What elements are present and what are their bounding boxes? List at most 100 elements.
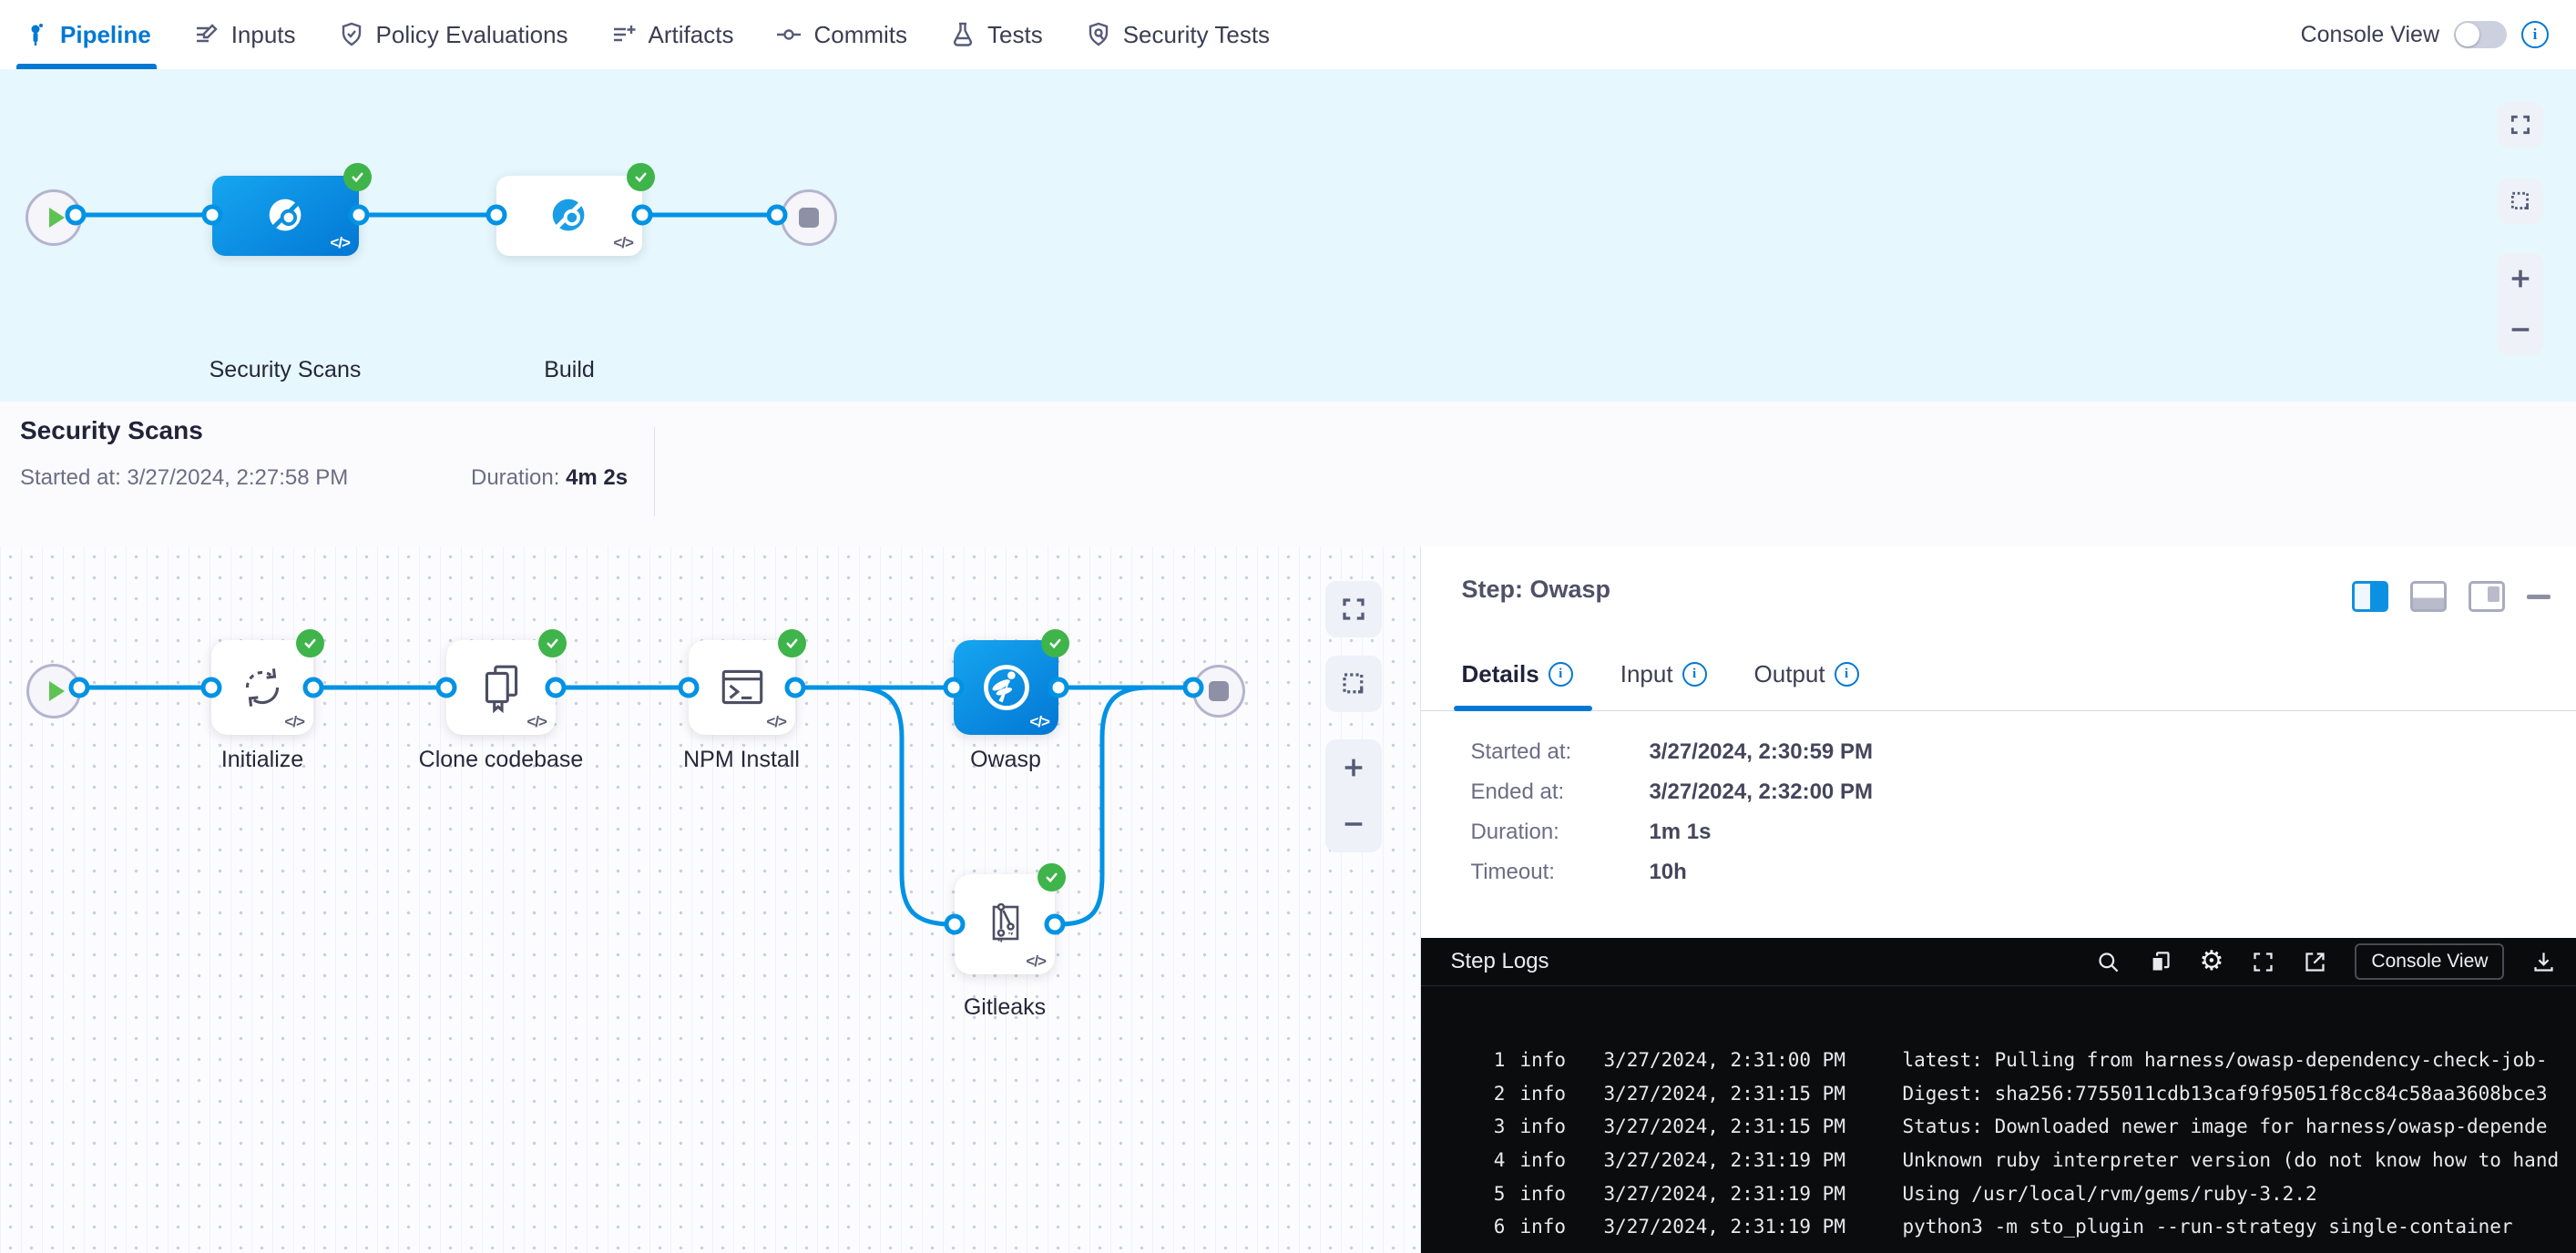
stage-summary-bar: Security Scans Started at: 3/27/2024, 2:… [0,402,2576,547]
marquee-icon [2509,189,2532,213]
step-label[interactable]: NPM Install [683,747,800,773]
detail-value: 3/27/2024, 2:32:00 PM [1649,779,1873,805]
node-port [202,205,223,226]
code-icon: </> [613,234,633,252]
nav-tab-label: Policy Evaluations [376,21,568,49]
info-icon[interactable]: i [1682,662,1707,687]
search-icon[interactable] [2096,950,2121,974]
pipeline-execution-page: Pipeline Inputs Policy Evaluations Artif… [0,0,2576,1253]
tab-inputs[interactable]: Inputs [193,0,296,69]
code-icon: </> [1026,952,1046,971]
node-port [632,205,653,226]
play-icon [49,681,65,701]
info-icon[interactable]: i [1835,662,1859,687]
info-icon[interactable]: i [2521,21,2549,48]
step-node-owasp[interactable]: </> [954,640,1058,735]
fullscreen-icon[interactable] [2251,950,2275,974]
owasp-wasp-icon [979,660,1034,715]
zoom-out-button[interactable] [2498,305,2543,354]
log-body[interactable]: 1info3/27/2024, 2:31:00 PMlatest: Pullin… [1421,985,2576,1253]
tab-commits[interactable]: Commits [775,0,907,69]
node-port [767,205,788,226]
step-node-clone-codebase[interactable]: </> [446,640,556,735]
tab-tests[interactable]: Tests [949,0,1043,69]
inputs-icon [193,21,220,48]
tab-input[interactable]: Input i [1620,660,1707,688]
step-label[interactable]: Initialize [221,747,303,773]
log-line: 3info3/27/2024, 2:31:15 PMStatus: Downlo… [1421,1115,2576,1137]
stage-label[interactable]: Build [544,357,595,383]
settings-gear-icon[interactable]: ⚙ [2200,948,2224,975]
pipeline-edges [0,69,2576,402]
marquee-icon [1340,670,1367,698]
detail-label: Timeout: [1470,860,1554,885]
fullscreen-icon [2509,113,2532,137]
step-panel-title: Step: Owasp [1461,576,1610,604]
log-toolbar: ⚙ Console View [2096,938,2557,985]
node-port [1045,914,1066,935]
terminal-icon [716,661,769,714]
stage-duration: Duration: 4m 2s [471,465,628,491]
step-label[interactable]: Clone codebase [419,747,584,773]
security-tests-shield-icon [1085,21,1112,48]
code-icon: </> [766,713,786,731]
layout-right-panel-icon[interactable] [2352,581,2388,612]
stage-node-security-scans[interactable]: </> [212,176,359,256]
tab-security-tests[interactable]: Security Tests [1085,0,1270,69]
open-in-new-icon[interactable] [2303,950,2327,974]
success-check-icon [627,163,655,191]
detail-label: Duration: [1470,820,1559,845]
stage-started-at: Started at: 3/27/2024, 2:27:58 PM [20,465,348,491]
tab-pipeline[interactable]: Pipeline [22,0,151,69]
success-check-icon [778,629,806,657]
fullscreen-button[interactable] [2498,102,2543,148]
zoom-out-button[interactable] [1325,796,1382,852]
log-line: 5info3/27/2024, 2:31:19 PMUsing /usr/loc… [1421,1183,2576,1205]
tab-artifacts[interactable]: Artifacts [610,0,734,69]
step-label[interactable]: Owasp [970,747,1041,773]
nav-tab-label: Inputs [231,21,296,49]
console-view-toggle[interactable] [2454,21,2507,48]
copy-icon[interactable] [2148,950,2172,974]
gitleaks-icon [979,899,1030,950]
pipeline-graph-canvas[interactable]: </> Security Scans </> Build [0,69,2576,402]
node-port [945,914,966,935]
zoom-controls [2498,253,2543,355]
stage-label[interactable]: Security Scans [210,357,362,383]
detail-label: Started at: [1470,739,1571,765]
fullscreen-button[interactable] [1325,581,1382,637]
success-check-icon [343,163,372,191]
stage-graph-canvas[interactable]: </> Initialize </> Clone codebase [0,546,1421,1253]
tests-flask-icon [949,21,976,48]
tab-output[interactable]: Output i [1754,660,1859,688]
download-icon[interactable] [2531,950,2556,974]
log-line: 2info3/27/2024, 2:31:15 PMDigest: sha256… [1421,1083,2576,1105]
info-icon[interactable]: i [1549,662,1573,687]
step-details-table: Started at: 3/27/2024, 2:30:59 PM Ended … [1421,732,2576,892]
code-icon: </> [1029,713,1049,731]
marquee-select-button[interactable] [1325,656,1382,712]
nav-tab-label: Security Tests [1123,21,1270,49]
minimize-panel-icon[interactable] [2527,595,2550,599]
detail-row: Timeout: 10h [1421,852,2576,892]
node-port [349,205,370,226]
tab-policy-evaluations[interactable]: Policy Evaluations [338,0,568,69]
detail-value: 3/27/2024, 2:30:59 PM [1649,739,1873,765]
step-logs-panel: Step Logs ⚙ Console View 1info3/27/2024,… [1421,938,2576,1253]
layout-floating-panel-icon[interactable] [2469,581,2505,612]
step-label[interactable]: Gitleaks [964,994,1046,1021]
step-node-gitleaks[interactable]: </> [955,874,1055,974]
nav-tab-label: Pipeline [60,21,151,49]
detail-row: Duration: 1m 1s [1421,812,2576,852]
step-node-npm-install[interactable]: </> [689,640,795,735]
tab-details[interactable]: Details i [1461,660,1572,688]
zoom-in-button[interactable] [1325,739,1382,796]
step-node-initialize[interactable]: </> [211,640,313,735]
zoom-in-button[interactable] [2498,254,2543,303]
console-view-button[interactable]: Console View [2355,943,2504,980]
marquee-select-button[interactable] [2498,178,2543,224]
layout-bottom-panel-icon[interactable] [2410,581,2447,612]
stage-node-build[interactable]: </> [496,176,642,256]
log-line: 6info3/27/2024, 2:31:19 PMpython3 -m sto… [1421,1216,2576,1238]
detail-value: 10h [1649,860,1686,885]
